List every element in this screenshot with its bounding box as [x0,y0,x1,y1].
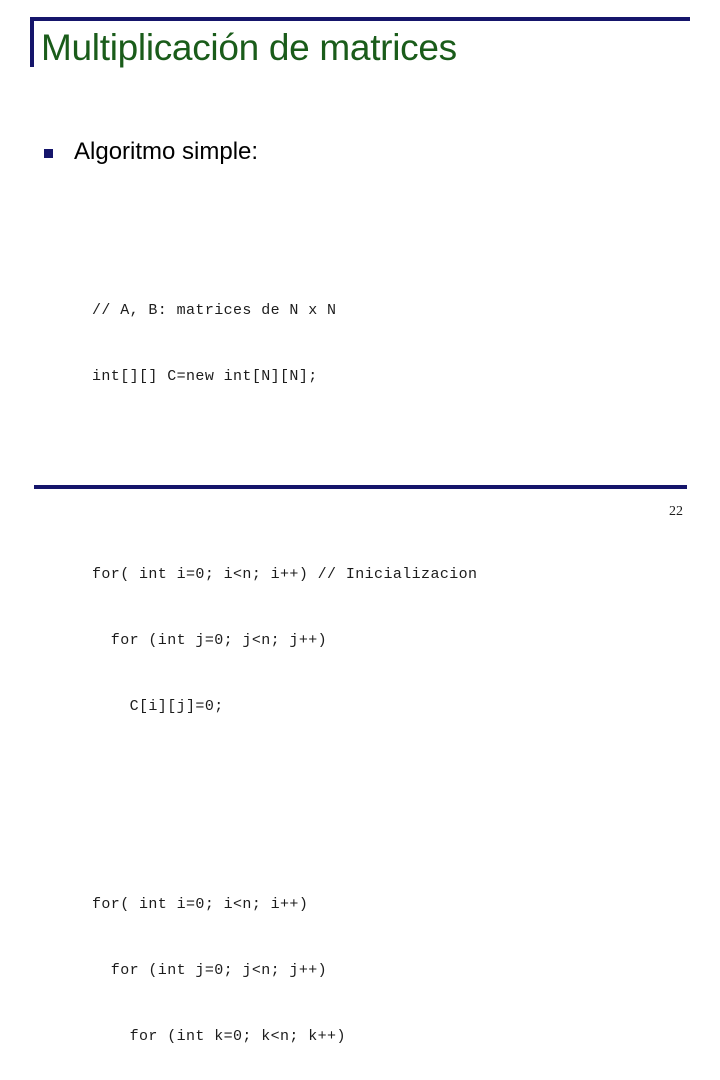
code-group-multiplicacion: for( int i=0; i<n; i++) for (int j=0; j<… [92,850,477,1080]
footer-rule [34,485,687,489]
code-group-inicializacion: for( int i=0; i<n; i++) // Inicializacio… [92,520,477,762]
code-line: C[i][j]=0; [92,698,224,715]
slide: Multiplicación de matrices Algoritmo sim… [0,0,720,1045]
code-line: // A, B: matrices de N x N [92,302,337,319]
code-line: for (int k=0; k<n; k++) [92,1028,346,1045]
title-left-rule [30,17,34,67]
bullet-item-label: Algoritmo simple: [74,138,259,165]
square-bullet-icon [44,148,53,158]
code-line: for( int i=0; i<n; i++) [92,896,309,913]
title-top-rule [30,17,690,21]
page-title: Multiplicación de matrices [41,27,457,68]
code-line: for (int j=0; j<n; j++) [92,632,328,649]
code-group-declaration: // A, B: matrices de N x N int[][] C=new… [92,256,477,432]
code-line: for( int i=0; i<n; i++) // Inicializacio… [92,566,478,583]
code-block: // A, B: matrices de N x N int[][] C=new… [92,190,477,1080]
code-line: int[][] C=new int[N][N]; [92,368,318,385]
bullet-item-algoritmo: Algoritmo simple: [44,137,258,167]
code-line: for (int j=0; j<n; j++) [92,962,328,979]
page-number: 22 [669,504,683,519]
